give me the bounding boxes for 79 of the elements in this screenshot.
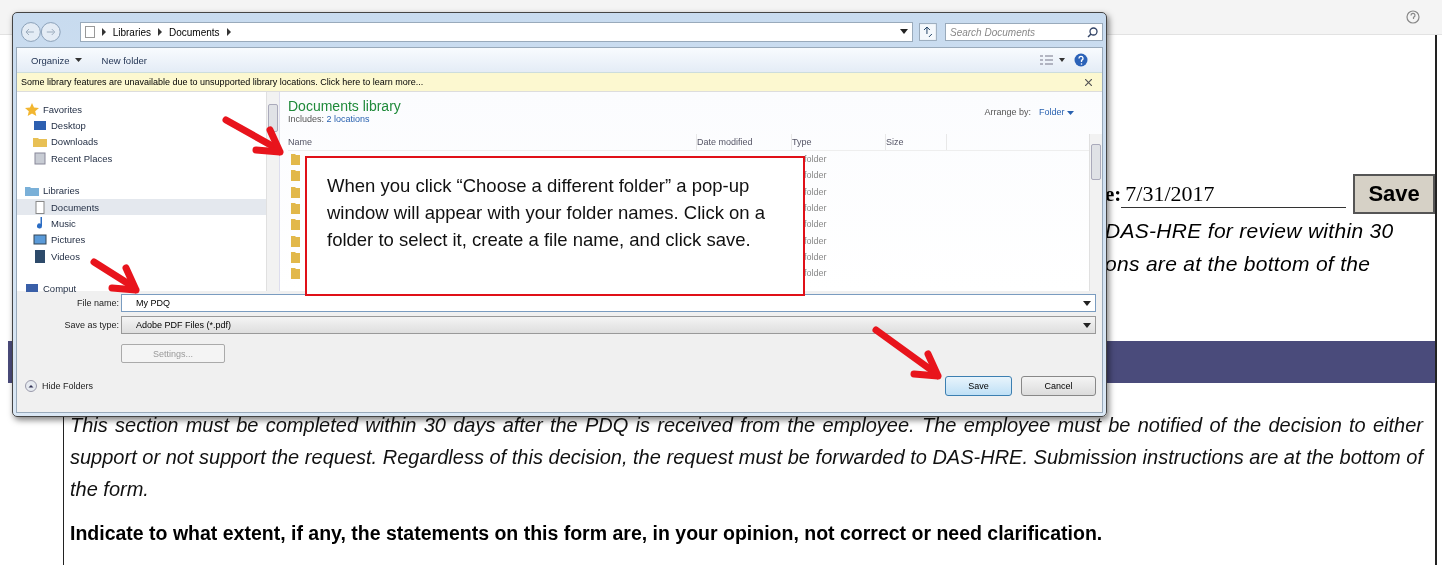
chevron-icon [100,28,107,36]
callout-text: When you click “Choose a different folder” a pop-up window will appear with your folder names. Click on a folder to select it, create a file name, and click save. [327,174,767,252]
arrange-label: Arrange by: [984,107,1031,119]
notice-text: ons are at the bottom of the [1105,251,1372,277]
section-instructions: This section must be completed within 30 days after the PDQ is received from the employee. The employee must be notified of the decision to either support or not support the request. Regardless of this decision, the request must be forwarded to DAS-HRE. Submission instructions are at the bottom of the form. [70,413,1423,502]
type-cell: folder [804,170,827,181]
search-field[interactable]: Search Documents [945,23,1103,41]
date-field[interactable]: 7/31/2017 [1121,180,1347,208]
search-icon [1087,27,1098,38]
locations-link[interactable]: 2 locations [326,114,370,124]
star-icon [25,102,39,116]
info-bar[interactable]: Some library features are unavailable due to unsupported library locations. Click here to learn more... [17,73,1102,92]
type-cell: folder [804,186,827,197]
refresh-icon[interactable] [919,23,937,41]
type-cell: folder [804,251,827,262]
arrange-dropdown[interactable]: Folder [1039,107,1074,134]
nav-item[interactable]: Documents [17,198,266,216]
doc-icon [33,200,47,214]
notice-text: DAS-HRE for review within 30 [1105,218,1395,244]
caret-icon [1067,111,1074,115]
arrow-icon [872,326,942,380]
file-name-label: File name: [75,298,119,308]
help-icon[interactable] [1406,10,1420,24]
folder-icon [291,169,300,182]
type-cell: folder [804,154,827,165]
save-as-type-label: Save as type: [63,320,119,330]
folder-icon [291,153,300,166]
question-text: Indicate to what extent, if any, the statements on this form are, in your opinion, not correct or need clarification. [70,522,1104,545]
chevron-icon [225,28,232,36]
document-icon [84,26,95,38]
folder-icon [33,135,47,149]
column-header[interactable]: Type [792,134,886,150]
file-name-field[interactable]: My PDQ [121,294,1096,312]
folder-icon [291,202,300,215]
folder-icon [291,267,300,280]
collapse-icon [25,380,37,392]
type-cell: folder [804,235,827,246]
nav-item[interactable]: Libraries [17,182,266,199]
file-type-dropdown[interactable]: Adobe PDF Files (*.pdf) [121,316,1096,334]
column-header[interactable]: Date modified [697,134,792,150]
breadcrumb-item[interactable]: Documents [169,26,220,38]
column-header[interactable]: Name [288,134,697,150]
address-bar[interactable]: Libraries Documents [79,22,914,42]
dropdown-arrow-icon[interactable] [900,29,909,35]
dialog-button[interactable]: Save [945,376,1012,396]
column-header[interactable]: Size [886,134,947,150]
toolbar-button[interactable]: Organize [25,54,88,66]
includes-label: Includes: [288,114,325,124]
arrow-icon [90,258,140,294]
close-icon[interactable] [1085,78,1092,86]
info-message[interactable]: Some library features are unavailable due to unsupported library locations. Click here to learn more... [21,77,424,87]
scrollbar[interactable] [1089,134,1102,291]
type-cell: folder [804,268,827,279]
nav-item[interactable]: Favorites [17,101,266,118]
folder-icon [291,234,300,247]
library-title: Documents library [288,98,401,114]
toolbar-button[interactable]: New folder [95,54,153,66]
nav-item[interactable]: Downloads [17,133,266,151]
nav-item[interactable]: Videos [17,248,266,265]
folder-icon [291,218,300,231]
nav-item[interactable]: Desktop [17,117,266,134]
type-cell: folder [804,219,827,230]
dialog-button[interactable]: Cancel [1021,376,1096,396]
hide-folders-button[interactable]: Hide Folders [23,380,94,392]
nav-item[interactable]: Recent Places [17,150,266,167]
save-button[interactable]: Save [1353,174,1435,214]
view-options-icon[interactable] [1040,54,1066,66]
type-cell: folder [804,203,827,214]
chevron-icon [157,28,163,36]
dropdown-arrow-icon[interactable] [1083,300,1091,306]
nav-item[interactable]: Music [17,215,266,232]
folder-icon [291,250,300,263]
nav-item[interactable]: Comput [17,280,266,297]
folder-icon [291,185,300,198]
arrow-icon [222,116,284,156]
dropdown-arrow-icon[interactable] [1083,322,1091,328]
nav-item[interactable]: Pictures [17,231,266,249]
help-icon[interactable] [1074,53,1088,67]
breadcrumb-item[interactable]: Libraries [112,26,151,38]
